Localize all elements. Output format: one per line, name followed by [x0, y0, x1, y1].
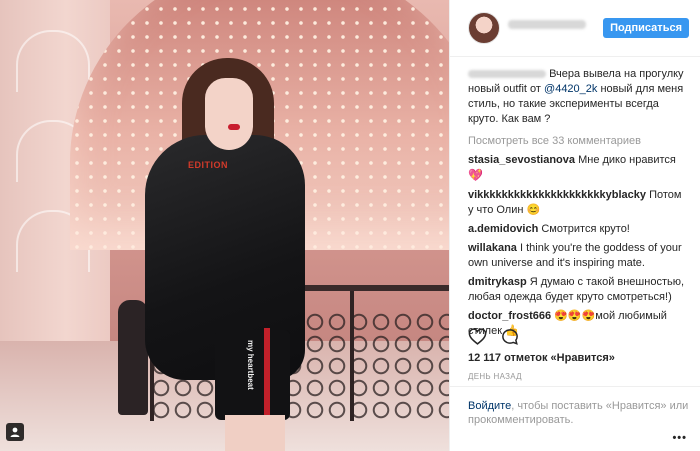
- caption-mention-link[interactable]: @4420_2k: [544, 83, 597, 95]
- comment-username[interactable]: a.demidovich: [468, 223, 538, 235]
- likes-count[interactable]: 12 117 отметок «Нравится»: [468, 352, 615, 364]
- comment-item: vikkkkkkkkkkkkkkkkkkkkkyblacky Потом у ч…: [468, 188, 689, 218]
- comment-username[interactable]: stasia_sevostianova: [468, 154, 575, 166]
- post-timestamp[interactable]: ДЕНЬ НАЗАД: [468, 372, 522, 381]
- photo-arcade: [16, 30, 90, 92]
- photo-model-legs: [225, 415, 285, 451]
- comment-bubble-icon[interactable]: [501, 328, 519, 349]
- login-link[interactable]: Войдите: [468, 400, 511, 412]
- comment-username[interactable]: willakana: [468, 242, 517, 254]
- heart-outline-icon[interactable]: [468, 328, 487, 348]
- comment-text: Смотрится круто!: [541, 223, 630, 235]
- comment-username[interactable]: dmitrykasp: [468, 276, 527, 288]
- photo-model-face: [205, 78, 253, 150]
- follow-button[interactable]: Подписаться: [603, 18, 689, 38]
- post-side-panel: Подписаться Вчера вывела на прогулку нов…: [449, 0, 700, 451]
- post-header: Подписаться: [450, 0, 700, 57]
- sparkling-heart-emoji: 💖: [468, 168, 483, 182]
- avatar[interactable]: [468, 12, 500, 44]
- comment-username[interactable]: vikkkkkkkkkkkkkkkkkkkkkyblacky: [468, 189, 646, 201]
- post-caption: Вчера вывела на прогулку новый outfit от…: [468, 67, 689, 127]
- user-icon[interactable]: [6, 423, 24, 441]
- jacket-print-text: EDITION: [188, 160, 229, 170]
- photo-background-person: [118, 300, 148, 415]
- comments-section: Вчера вывела на прогулку новый outfit от…: [450, 57, 700, 339]
- comment-text: Мне дико нравится: [578, 154, 676, 166]
- view-all-comments-link[interactable]: Посмотреть все 33 комментариев: [468, 135, 689, 147]
- smile-emoji: 😊: [526, 204, 541, 216]
- railing-post: [350, 291, 354, 421]
- comment-item: stasia_sevostianova Мне дико нравится 💖: [468, 153, 689, 184]
- username-redacted[interactable]: [508, 20, 586, 29]
- more-options-icon[interactable]: •••: [672, 431, 687, 445]
- login-prompt: Войдите, чтобы поставить «Нравится» или …: [450, 386, 700, 451]
- shorts-stripe: [264, 328, 270, 420]
- shorts-print-text: my heartbeat: [246, 340, 255, 390]
- comment-item: dmitrykasp Я думаю с такой внешностью, л…: [468, 275, 689, 305]
- comment-item: willakana I think you're the goddess of …: [468, 241, 689, 271]
- heart-eyes-emoji: 😍😍😍: [554, 310, 596, 322]
- comment-username[interactable]: doctor_frost666: [468, 310, 551, 322]
- post-actions: [468, 328, 519, 348]
- caption-username-redacted[interactable]: [468, 70, 546, 79]
- comment-item: a.demidovich Смотрится круто!: [468, 222, 689, 237]
- photo-model-lips: [228, 124, 240, 130]
- post-photo[interactable]: EDITION my heartbeat: [0, 0, 449, 451]
